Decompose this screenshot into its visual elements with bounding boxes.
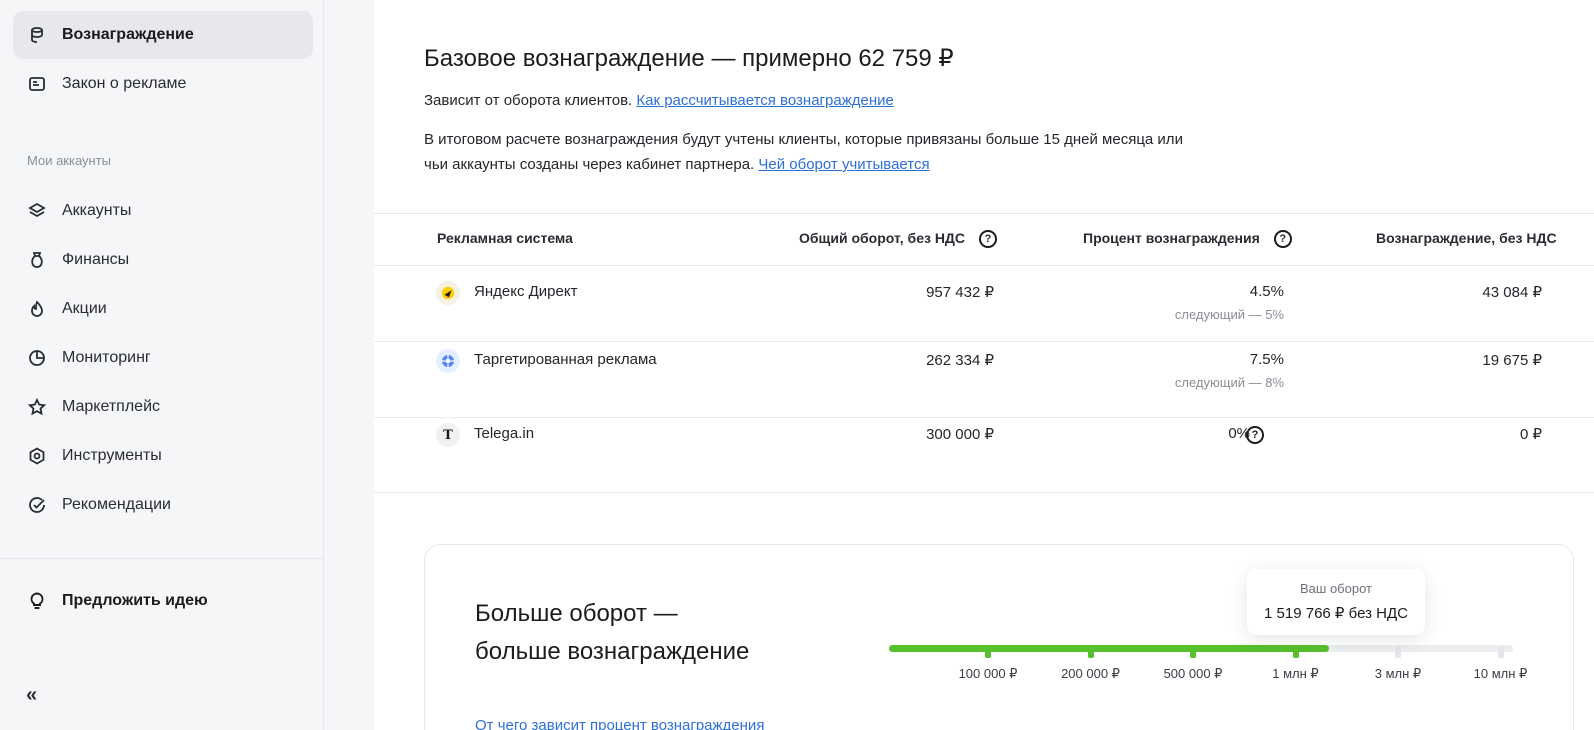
main-content: Базовое вознаграждение — примерно 62 759… xyxy=(374,0,1594,730)
sidebar-item-reward[interactable]: Вознаграждение xyxy=(13,11,313,59)
progress-tick-label: 3 млн ₽ xyxy=(1374,666,1422,681)
table-top-divider xyxy=(374,213,1594,214)
sidebar-item-recommendations[interactable]: Рекомендации xyxy=(13,481,313,529)
progress-tick xyxy=(1087,646,1094,658)
sidebar-item-label: Аккаунты xyxy=(62,202,132,219)
progress-tick-label: 1 млн ₽ xyxy=(1272,666,1319,681)
how-reward-calculated-link[interactable]: Как рассчитывается вознаграждение xyxy=(636,92,893,109)
targeted-ads-icon xyxy=(436,349,460,373)
column-header-percent-label: Процент вознаграждения xyxy=(1083,230,1260,246)
reward-value: 19 675 ₽ xyxy=(1482,352,1542,369)
sidebar-item-monitoring[interactable]: Мониторинг xyxy=(13,334,313,382)
calculation-note: В итоговом расчете вознаграждения будут … xyxy=(424,127,1184,177)
table-row[interactable]: T Telega.in 300 000 ₽ 0% ? 0 ₽ xyxy=(374,418,1594,494)
percent-value: 4.5% xyxy=(1249,283,1284,300)
sidebar-item-label: Акции xyxy=(62,300,107,317)
sidebar-item-finance[interactable]: Финансы xyxy=(13,236,313,284)
progress-tick xyxy=(1497,646,1504,658)
reward-description: Зависит от оборота клиентов. Как рассчит… xyxy=(424,92,894,109)
suggest-idea-button[interactable]: Предложить идею xyxy=(13,577,313,625)
tooltip-value: 1 519 766 ₽ без НДС xyxy=(1264,605,1408,622)
sidebar-item-label: Мониторинг xyxy=(62,349,151,366)
sidebar-item-marketplace[interactable]: Маркетплейс xyxy=(13,383,313,431)
card-title: Больше оборот — больше вознаграждение xyxy=(475,595,749,671)
tooltip-label: Ваш оборот xyxy=(1300,581,1372,596)
sidebar-item-label: Закон о рекламе xyxy=(62,75,187,92)
table-bottom-divider xyxy=(374,492,1594,493)
sidebar-item-accounts[interactable]: Аккаунты xyxy=(13,187,313,235)
turnover-value: 300 000 ₽ xyxy=(926,426,994,443)
card-title-line1: Больше оборот — xyxy=(475,600,678,627)
section-label-my-accounts: Мои аккаунты xyxy=(27,153,112,168)
column-header-turnover-label: Общий оборот, без НДС xyxy=(799,230,966,246)
reward-description-text: Зависит от оборота клиентов. xyxy=(424,92,637,109)
pie-chart-icon xyxy=(26,347,48,369)
content-gutter xyxy=(324,0,374,730)
law-icon xyxy=(26,73,48,95)
column-header-system: Рекламная система xyxy=(437,230,573,246)
table-row[interactable]: Яндекс Директ 957 432 ₽ 4.5% следующий —… xyxy=(374,266,1594,342)
progress-tick-label: 100 000 ₽ xyxy=(958,666,1018,681)
turnover-value: 262 334 ₽ xyxy=(926,352,994,369)
sidebar: Вознаграждение Закон о рекламе Мои аккау… xyxy=(0,0,324,730)
percent-value: 0% xyxy=(1228,425,1250,442)
progress-tick-label: 500 000 ₽ xyxy=(1163,666,1223,681)
percent-value: 7.5% xyxy=(1249,351,1284,368)
help-icon[interactable]: ? xyxy=(979,230,998,249)
sidebar-item-label: Маркетплейс xyxy=(62,398,161,415)
sidebar-divider xyxy=(0,558,324,559)
gear-icon xyxy=(26,445,48,467)
sidebar-item-promos[interactable]: Акции xyxy=(13,285,313,333)
sidebar-item-label: Предложить идею xyxy=(62,592,208,609)
next-percent: следующий — 8% xyxy=(1174,375,1284,390)
app-window: Вознаграждение Закон о рекламе Мои аккау… xyxy=(0,0,1594,730)
turnover-progress-track xyxy=(889,645,1513,658)
sidebar-item-ad-law[interactable]: Закон о рекламе xyxy=(13,60,313,108)
yandex-direct-icon xyxy=(436,281,460,305)
help-icon[interactable]: ? xyxy=(1246,426,1264,444)
progress-tick xyxy=(985,646,991,658)
lightbulb-icon xyxy=(26,590,48,612)
system-name: Яндекс Директ xyxy=(474,283,578,300)
reward-value: 0 ₽ xyxy=(1519,426,1542,443)
reward-percent-factors-link[interactable]: От чего зависит процент вознаграждения xyxy=(475,717,764,730)
layers-icon xyxy=(26,200,48,222)
reward-icon xyxy=(26,24,48,46)
system-name: Таргетированная реклама xyxy=(474,351,657,368)
page-title: Базовое вознаграждение — примерно 62 759… xyxy=(424,45,954,72)
progress-tick-label: 10 млн ₽ xyxy=(1473,666,1528,681)
turnover-value: 957 432 ₽ xyxy=(926,284,994,301)
turnover-progress-fill xyxy=(889,645,1329,652)
column-header-reward: Вознаграждение, без НДС xyxy=(1376,230,1557,246)
sidebar-item-label: Рекомендации xyxy=(62,496,171,513)
telega-in-icon: T xyxy=(436,423,460,447)
sidebar-item-label: Вознаграждение xyxy=(62,26,194,43)
progress-tick xyxy=(1292,646,1299,658)
card-title-line2: больше вознаграждение xyxy=(475,638,750,665)
reward-value: 43 084 ₽ xyxy=(1482,284,1542,301)
whose-turnover-link[interactable]: Чей оборот учитывается xyxy=(758,156,929,173)
sidebar-item-tools[interactable]: Инструменты xyxy=(13,432,313,480)
star-icon xyxy=(26,396,48,418)
turnover-progress-card: Больше оборот — больше вознаграждение 10… xyxy=(424,544,1574,730)
fire-icon xyxy=(26,298,48,320)
system-name: Telega.in xyxy=(474,425,535,442)
check-circle-icon xyxy=(26,494,48,516)
sidebar-item-label: Инструменты xyxy=(62,447,162,464)
progress-tick xyxy=(1395,646,1401,658)
table-row[interactable]: Таргетированная реклама 262 334 ₽ 7.5% с… xyxy=(374,342,1594,418)
sidebar-item-label: Финансы xyxy=(62,251,130,268)
progress-tick-label: 200 000 ₽ xyxy=(1061,666,1120,681)
column-header-turnover: Общий оборот, без НДС? xyxy=(799,230,998,249)
help-icon[interactable]: ? xyxy=(1273,230,1292,249)
next-percent: следующий — 5% xyxy=(1174,307,1284,322)
collapse-sidebar-button[interactable]: « xyxy=(26,684,50,708)
progress-tick xyxy=(1190,646,1196,658)
your-turnover-tooltip: Ваш оборот 1 519 766 ₽ без НДС xyxy=(1247,569,1425,635)
column-header-percent: Процент вознаграждения? xyxy=(1083,230,1292,249)
money-bag-icon xyxy=(26,249,48,271)
